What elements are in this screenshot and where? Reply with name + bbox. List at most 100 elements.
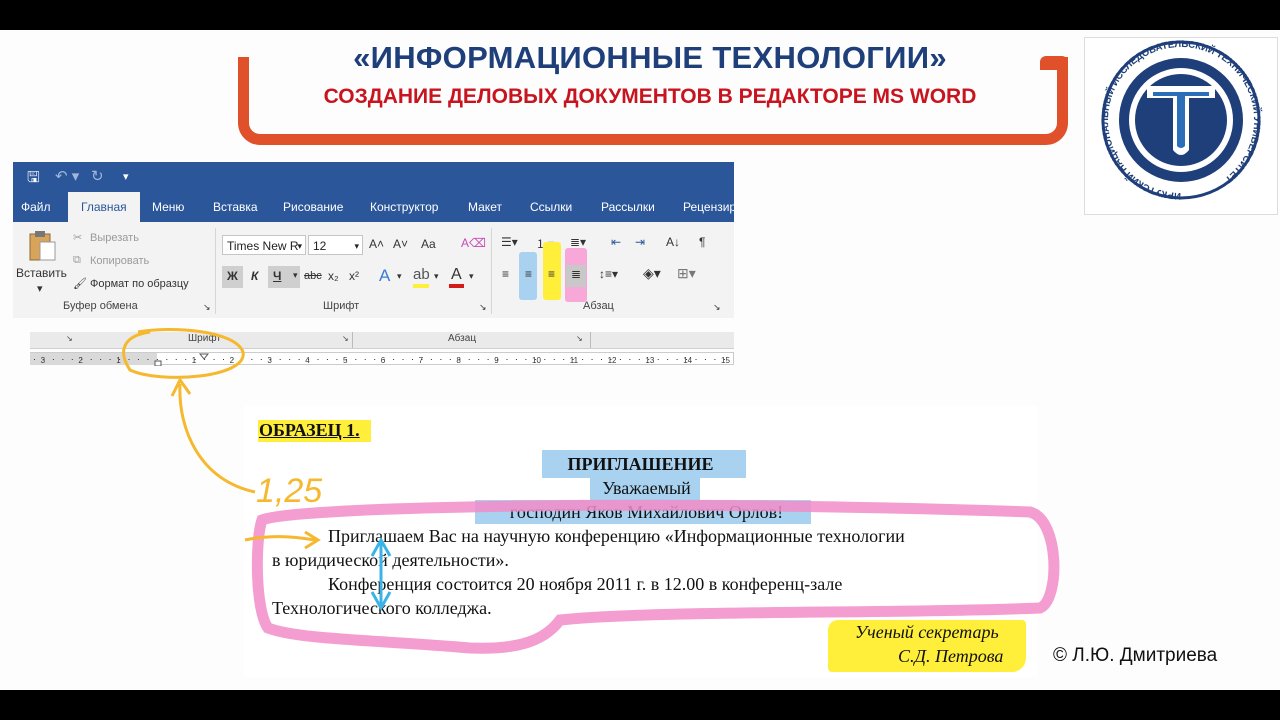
clipboard-group-label: Буфер обмена [63, 300, 138, 312]
superscript-button[interactable]: x² [349, 269, 359, 283]
horizontal-ruler[interactable]: 3 2 1 1 2 3 4 5 6 7 8 9 10 11 12 13 14 15 [30, 352, 734, 366]
ruler-tick-dot [563, 359, 565, 360]
change-case-button[interactable]: Aa [421, 237, 436, 251]
grow-font-button[interactable]: A˄ [369, 237, 384, 251]
tab-draw[interactable]: Рисование [283, 192, 343, 222]
align-left-icon[interactable]: ≡ [502, 267, 509, 281]
subscript-button[interactable]: x₂ [328, 269, 339, 283]
tab-references[interactable]: Ссылки [530, 192, 572, 222]
clear-formatting-icon[interactable]: A⌫ [461, 236, 486, 250]
slide-subtitle: СОЗДАНИЕ ДЕЛОВЫХ ДОКУМЕНТОВ В РЕДАКТОРЕ … [323, 85, 977, 108]
align-center-icon[interactable]: ≡ [525, 267, 532, 281]
collapsed-group-strip: ↘ Шрифт ↘ Абзац ↘ [30, 332, 734, 349]
ruler-tick-dot [147, 359, 149, 360]
font-color-icon[interactable]: A [451, 266, 462, 284]
tab-file[interactable]: Файл [21, 192, 51, 222]
multilevel-list-icon[interactable]: ≣▾ [570, 235, 586, 249]
ruler-tick-dot [591, 359, 593, 360]
customize-qat-icon[interactable]: ▾ [123, 170, 129, 183]
chevron-down-icon[interactable]: ▾ [469, 271, 474, 282]
justify-icon[interactable]: ≣ [571, 267, 581, 281]
clipboard-launcher-icon[interactable]: ↘ [203, 302, 211, 313]
chevron-down-icon: ▾ [297, 241, 302, 251]
ruler-tick-dot [374, 359, 376, 360]
shrink-font-button[interactable]: A˅ [393, 237, 408, 251]
first-line-indent-marker[interactable] [198, 353, 210, 360]
ruler-tick-label: 3 [267, 356, 272, 365]
ruler-tick-label: 7 [419, 356, 424, 365]
ruler-tick-dot [279, 359, 281, 360]
text-effects-icon[interactable]: A [379, 266, 390, 286]
ruler-tick-dot [393, 359, 395, 360]
copy-icon[interactable]: ⧉ [73, 254, 81, 267]
chevron-down-icon[interactable]: ▾ [293, 270, 298, 281]
format-painter-button[interactable]: Формат по образцу [90, 278, 189, 290]
sort-icon[interactable]: A↓ [666, 235, 680, 249]
format-painter-icon[interactable]: 🖌 [73, 277, 87, 290]
ruler-font-label: Шрифт [188, 333, 221, 344]
save-icon[interactable]: 🖫 [27, 167, 40, 192]
quick-access-toolbar: 🖫 ↶ ▾ ↻ ▾ [13, 162, 734, 192]
ruler-tick-dot [619, 359, 621, 360]
tab-menu[interactable]: Меню [152, 192, 184, 222]
ruler-tick-dot [383, 359, 385, 360]
paragraph-launcher-icon[interactable]: ↘ [713, 302, 721, 313]
launcher-icon[interactable]: ↘ [66, 334, 73, 343]
show-formatting-icon[interactable]: ¶ [699, 235, 705, 249]
tab-layout[interactable]: Макет [468, 192, 502, 222]
cut-button[interactable]: Вырезать [90, 232, 139, 244]
line-spacing-icon[interactable]: ↕≡▾ [599, 267, 618, 281]
ruler-tick-dot [185, 359, 187, 360]
ruler-tick-dot [553, 359, 555, 360]
increase-indent-icon[interactable]: ⇥ [635, 235, 645, 249]
ruler-tick-label: 15 [721, 356, 730, 365]
underline-button[interactable]: Ч [273, 269, 281, 283]
paste-icon[interactable] [27, 230, 57, 262]
decrease-indent-icon[interactable]: ⇤ [611, 235, 621, 249]
launcher-icon[interactable]: ↘ [342, 334, 349, 343]
redo-icon[interactable]: ↻ [91, 167, 104, 185]
ruler-tick-dot [270, 359, 272, 360]
chevron-down-icon[interactable]: ▾ [397, 271, 402, 282]
ruler-tick-dot [298, 359, 300, 360]
undo-icon[interactable]: ↶ ▾ [55, 167, 79, 185]
align-right-icon[interactable]: ≡ [548, 267, 555, 281]
paste-button[interactable]: Вставить [16, 266, 67, 280]
ruler-tick-dot [119, 359, 121, 360]
chevron-down-icon[interactable]: ▾ [434, 271, 439, 282]
paste-dropdown-icon[interactable]: ▾ [37, 282, 43, 295]
ruler-tick-dot [364, 359, 366, 360]
italic-button[interactable]: К [251, 269, 258, 283]
ruler-tick-label: 2 [230, 356, 235, 365]
launcher-icon[interactable]: ↘ [576, 334, 583, 343]
borders-icon[interactable]: ⊞▾ [677, 265, 696, 282]
strikethrough-button[interactable]: abc [304, 270, 322, 282]
ruler-tick-label: 11 [570, 356, 579, 365]
ruler-tick-dot [336, 359, 338, 360]
ruler-tick-dot [440, 359, 442, 360]
tab-review[interactable]: Рецензир [683, 192, 734, 222]
tab-design[interactable]: Конструктор [370, 192, 438, 222]
font-size-select[interactable]: 12 ▾ [308, 235, 363, 255]
ruler-tick-label: 2 [78, 356, 83, 365]
ruler-tick-dot [326, 359, 328, 360]
bold-button[interactable]: Ж [227, 269, 238, 283]
cut-icon[interactable]: ✂ [73, 231, 82, 244]
ruler-tick-dot [572, 359, 574, 360]
ruler-tick-label: 9 [494, 356, 499, 365]
bullets-icon[interactable]: ☰▾ [501, 235, 518, 249]
ruler-tick-dot [657, 359, 659, 360]
shading-icon[interactable]: ◈▾ [643, 265, 661, 282]
ruler-tick-dot [355, 359, 357, 360]
left-indent-marker[interactable] [154, 360, 162, 366]
copy-button[interactable]: Копировать [90, 255, 149, 267]
tab-mailings[interactable]: Рассылки [601, 192, 655, 222]
font-launcher-icon[interactable]: ↘ [479, 302, 487, 313]
highlight-color-icon[interactable]: ab [413, 266, 430, 283]
font-name-select[interactable]: Times New R ▾ [222, 235, 306, 255]
tab-home[interactable]: Главная [68, 192, 140, 222]
tab-insert[interactable]: Вставка [213, 192, 258, 222]
ruler-tick-dot [582, 359, 584, 360]
ruler-tick-dot [430, 359, 432, 360]
ruler-tick-dot [468, 359, 470, 360]
